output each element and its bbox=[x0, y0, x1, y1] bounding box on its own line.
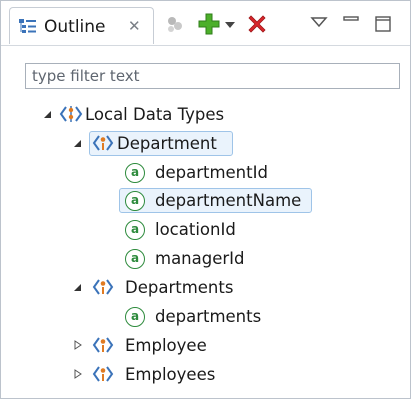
expanded-twisty-icon[interactable] bbox=[73, 137, 83, 149]
tree-node-local-data-types[interactable]: Local Data Types bbox=[1, 102, 411, 128]
tree-node-label: departmentName bbox=[155, 191, 302, 210]
data-types-folder-icon bbox=[59, 106, 83, 122]
attribute-icon: a bbox=[125, 191, 145, 211]
tree-node-label: managerId bbox=[155, 249, 245, 268]
close-tab-icon[interactable]: ✕ bbox=[128, 17, 141, 35]
tab-outline-label: Outline bbox=[44, 17, 106, 37]
filter-box bbox=[25, 63, 400, 89]
tree-node-label: Local Data Types bbox=[85, 105, 225, 124]
tree-node-field-departmentname[interactable]: a departmentName bbox=[1, 188, 411, 214]
hide-fields-icon[interactable] bbox=[163, 12, 187, 36]
tree-node-field-departmentid[interactable]: a departmentId bbox=[1, 160, 411, 186]
attribute-icon: a bbox=[125, 307, 145, 327]
tree-node-departments[interactable]: Departments bbox=[1, 275, 411, 301]
tree-node-field-managerid[interactable]: a managerId bbox=[1, 246, 411, 272]
type-icon bbox=[92, 337, 114, 353]
tree-node-employee[interactable]: Employee bbox=[1, 333, 411, 359]
tree-node-label: Employee bbox=[125, 336, 207, 355]
tree-node-label: locationId bbox=[155, 220, 236, 239]
minimize-icon[interactable] bbox=[341, 12, 361, 36]
attribute-icon: a bbox=[125, 220, 145, 240]
tree-node-label: departmentId bbox=[155, 163, 268, 182]
collapsed-twisty-icon[interactable] bbox=[73, 368, 83, 380]
type-icon bbox=[92, 279, 114, 295]
tree-node-employees[interactable]: Employees bbox=[1, 362, 411, 388]
expanded-twisty-icon[interactable] bbox=[73, 281, 83, 293]
tab-outline[interactable]: Outline ✕ bbox=[9, 7, 154, 44]
collapsed-twisty-icon[interactable] bbox=[73, 339, 83, 351]
tree-node-label: Employees bbox=[125, 365, 216, 384]
tree-node-department[interactable]: Department bbox=[1, 131, 411, 157]
add-icon[interactable] bbox=[197, 12, 221, 36]
maximize-icon[interactable] bbox=[373, 12, 393, 36]
tree-node-label: Departments bbox=[125, 278, 234, 297]
delete-icon[interactable] bbox=[245, 12, 269, 36]
type-icon bbox=[92, 135, 114, 151]
tree-node-label: departments bbox=[155, 307, 262, 326]
attribute-icon: a bbox=[125, 163, 145, 183]
view-tab-bar: Outline ✕ bbox=[1, 1, 410, 46]
filter-input[interactable] bbox=[26, 64, 399, 88]
view-menu-icon[interactable] bbox=[309, 12, 329, 36]
attribute-icon: a bbox=[125, 249, 145, 269]
type-icon bbox=[92, 366, 114, 382]
outline-icon bbox=[19, 19, 36, 33]
expanded-twisty-icon[interactable] bbox=[43, 108, 53, 120]
tree-node-label: Department bbox=[117, 134, 217, 153]
add-dropdown-icon[interactable] bbox=[223, 12, 237, 36]
outline-view: Outline ✕ type filter text Local Data Ty… bbox=[0, 0, 411, 399]
tree-node-field-locationid[interactable]: a locationId bbox=[1, 217, 411, 243]
tree-node-field-departments[interactable]: a departments bbox=[1, 304, 411, 330]
